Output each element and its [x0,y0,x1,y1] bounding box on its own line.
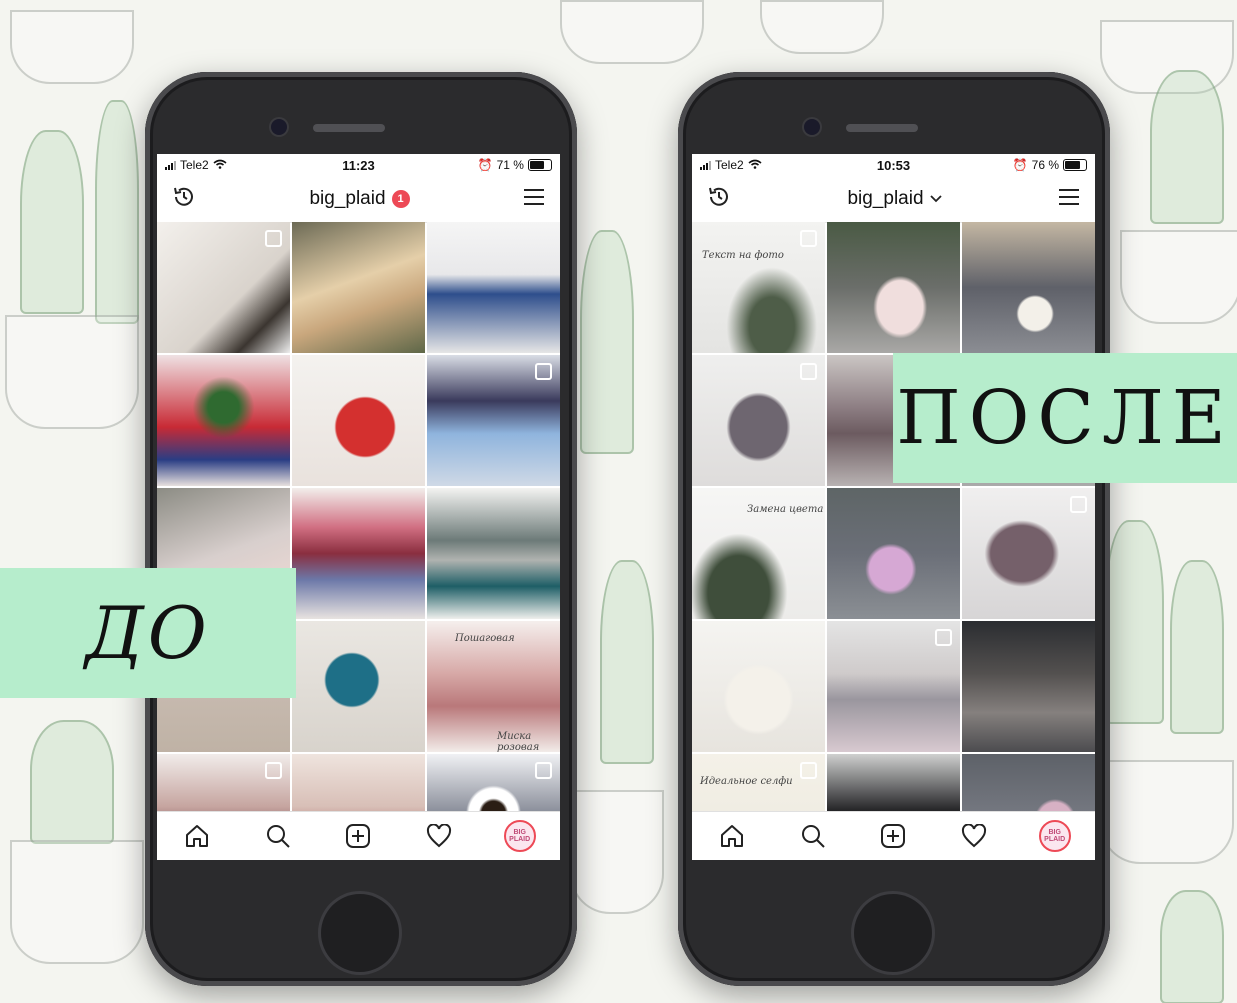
username: big_plaid [847,188,924,209]
search-icon[interactable] [795,818,831,854]
photo-caption: Замена цвета [747,504,824,515]
grid-photo[interactable] [692,621,825,752]
grid-photo[interactable] [157,355,290,486]
search-icon[interactable] [260,818,296,854]
menu-icon[interactable] [1057,187,1081,212]
battery-icon [1063,159,1087,171]
notification-badge: 1 [391,190,410,208]
bottom-nav: BIG PLAID [692,811,1095,860]
grid-photo[interactable] [292,355,425,486]
earpiece [846,124,918,132]
status-bar: Tele2 10:53 ⏰ 76 % [692,154,1095,176]
earpiece [313,124,385,132]
phone-after: Tele2 10:53 ⏰ 76 % big_plaid Текст на фо… [678,72,1110,986]
grid-photo[interactable] [962,621,1095,752]
screen-after: Tele2 10:53 ⏰ 76 % big_plaid Текст на фо… [692,154,1095,860]
home-button[interactable] [854,894,932,972]
grid-photo[interactable] [292,222,425,353]
chevron-down-icon [929,192,942,206]
grid-photo[interactable] [827,621,960,752]
status-bar: Tele2 11:23 ⏰ 71 % [157,154,560,176]
home-icon[interactable] [179,818,215,854]
screen-before: Tele2 11:23 ⏰ 71 % big_plaid 1 Пошаговая… [157,154,560,860]
grid-photo[interactable] [427,488,560,619]
label-before: ДО [0,568,296,698]
history-icon[interactable] [706,184,732,215]
wifi-icon [213,158,227,172]
signal-icon [700,160,711,170]
photo-grid: Текст на фото Замена цвета Идеальное сел… [692,222,1095,860]
grid-photo[interactable] [427,355,560,486]
label-after: ПОСЛЕ [893,353,1237,483]
home-icon[interactable] [714,818,750,854]
profile-tab[interactable]: BIG PLAID [1037,818,1073,854]
heart-icon[interactable] [956,818,992,854]
grid-photo[interactable] [292,621,425,752]
carrier: Tele2 [180,158,209,172]
username: big_plaid [309,188,386,209]
profile-header: big_plaid 1 [157,176,560,223]
photo-caption: Идеальное селфи [700,776,793,787]
alarm-icon: ⏰ [477,158,493,172]
status-time: 11:23 [342,157,375,173]
avatar: BIG PLAID [1038,820,1071,852]
menu-icon[interactable] [522,187,546,212]
heart-icon[interactable] [421,818,457,854]
avatar: BIG PLAID [503,820,536,852]
grid-photo[interactable] [157,222,290,353]
grid-photo[interactable] [962,488,1095,619]
carrier: Tele2 [715,158,744,172]
grid-photo[interactable]: Текст на фото [692,222,825,353]
add-post-icon[interactable] [875,818,911,854]
wifi-icon [748,158,762,172]
username-switcher[interactable]: big_plaid [847,188,942,210]
profile-header: big_plaid [692,176,1095,223]
username-switcher[interactable]: big_plaid 1 [309,188,410,210]
battery-icon [527,159,552,171]
signal-icon [165,160,176,170]
front-camera [271,119,287,135]
home-button[interactable] [321,894,399,972]
bottom-nav: BIG PLAID [157,811,560,860]
status-time: 10:53 [876,157,911,173]
grid-photo[interactable]: Пошаговая Миска розовая [427,621,560,753]
history-icon[interactable] [171,184,197,215]
profile-tab[interactable]: BIG PLAID [502,818,538,854]
grid-photo[interactable] [827,222,960,353]
front-camera [804,119,820,135]
alarm-icon: ⏰ [1012,158,1028,172]
phone-before: Tele2 11:23 ⏰ 71 % big_plaid 1 Пошаговая… [145,72,577,986]
add-post-icon[interactable] [340,818,376,854]
battery-percent: 71 % [496,158,524,172]
photo-grid: Пошаговая Миска розовая [157,222,560,860]
photo-caption: Миска розовая [497,731,540,753]
grid-photo[interactable] [827,488,960,619]
photo-caption: Текст на фото [702,250,784,261]
photo-caption: Пошаговая [455,633,515,644]
battery-percent: 76 % [1031,158,1059,172]
grid-photo[interactable] [962,222,1095,353]
grid-photo[interactable] [427,222,560,353]
grid-photo[interactable]: Замена цвета [692,488,825,619]
grid-photo[interactable] [292,488,425,619]
grid-photo[interactable] [692,355,825,486]
